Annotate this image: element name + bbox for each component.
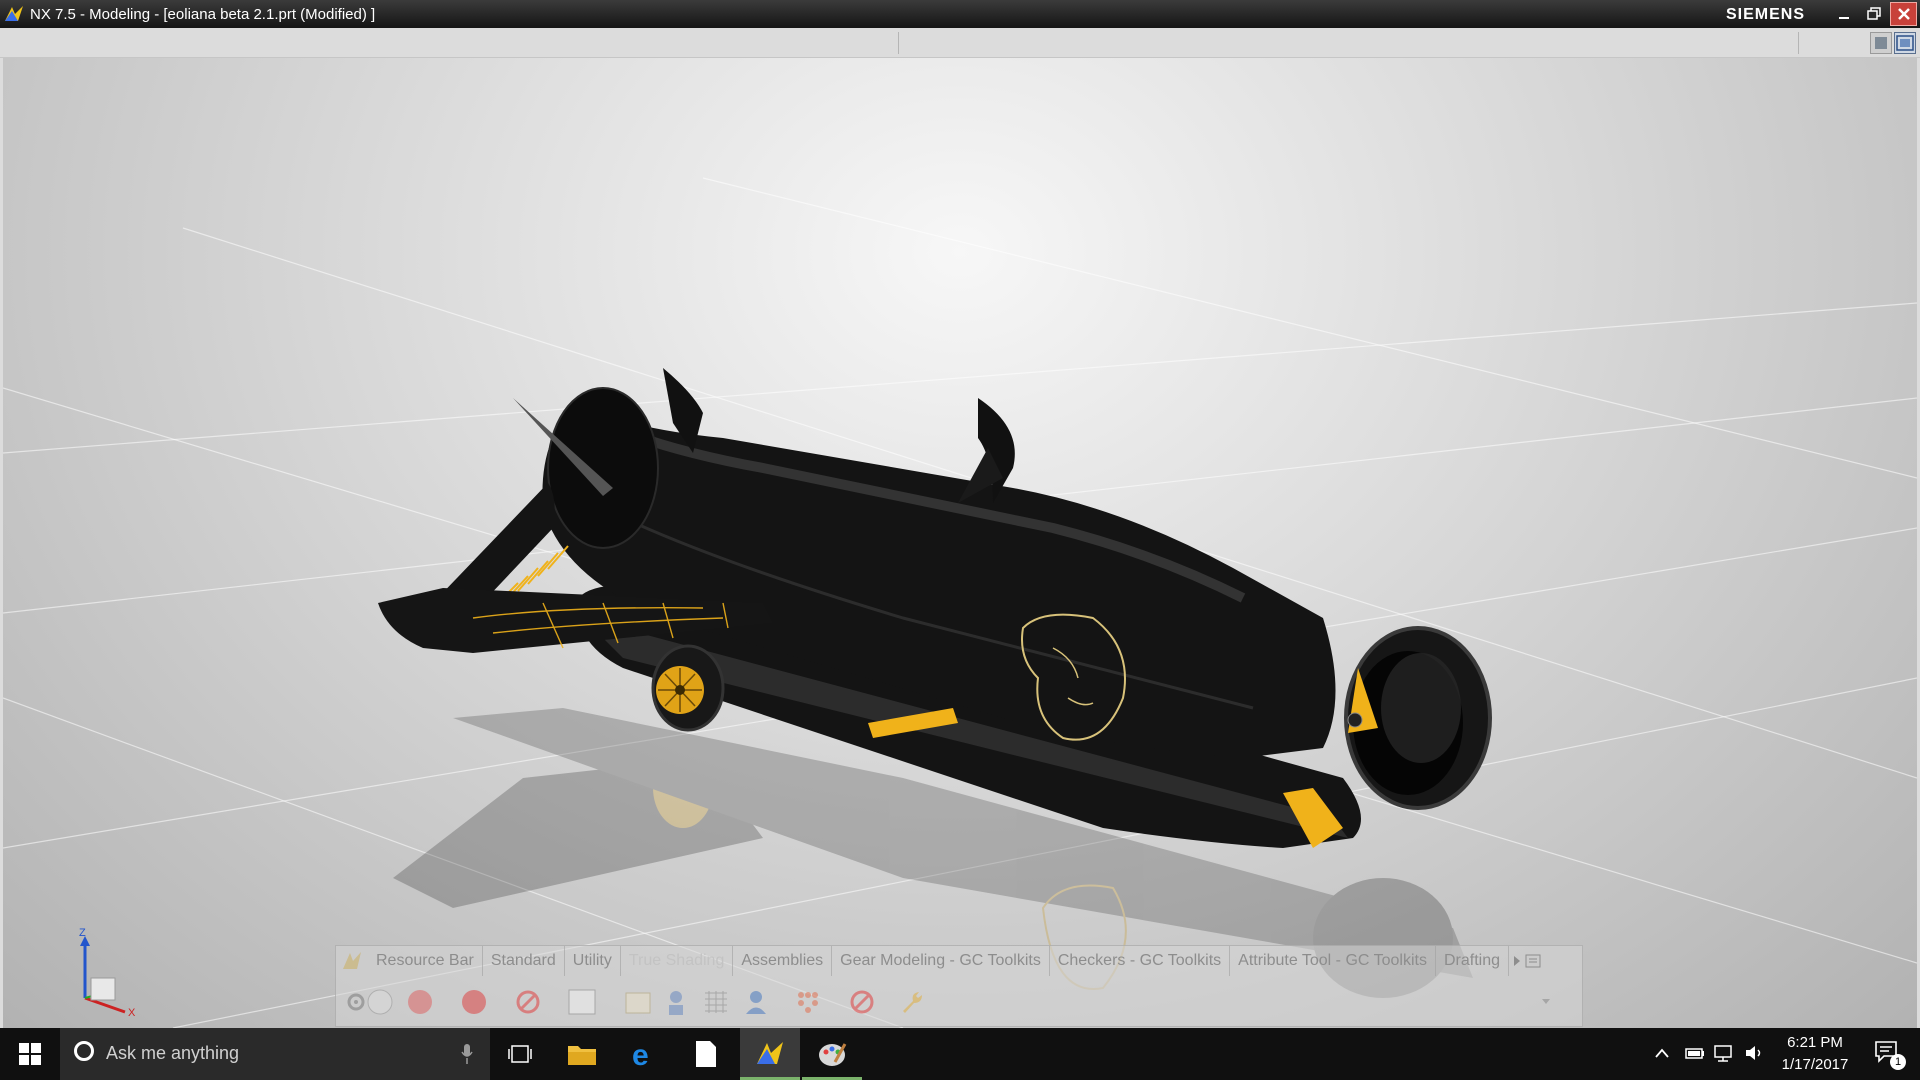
- restore-button[interactable]: [1860, 2, 1887, 26]
- sphere-material-icon: [367, 989, 393, 1015]
- chevron-up-icon[interactable]: [1654, 1043, 1670, 1063]
- material-button[interactable]: [364, 986, 396, 1018]
- full-screen-icon: [1896, 35, 1914, 51]
- clock[interactable]: 6:21 PM 1/17/2017: [1774, 1032, 1856, 1076]
- user-icon: [746, 991, 766, 1014]
- panel-icon: [568, 989, 596, 1015]
- command-bar: [0, 28, 1920, 58]
- remove-button[interactable]: [846, 986, 878, 1018]
- tab-gear-modeling[interactable]: Gear Modeling - GC Toolkits: [832, 946, 1050, 976]
- model-scene[interactable]: [3, 58, 1917, 1028]
- toolbar-divider: [1798, 32, 1799, 54]
- triad-z-label: Z: [79, 928, 86, 939]
- red-material-button[interactable]: [404, 986, 436, 1018]
- search-box[interactable]: Ask me anything: [60, 1028, 490, 1080]
- dots-button[interactable]: [792, 986, 824, 1018]
- search-placeholder: Ask me anything: [106, 1043, 240, 1063]
- full-screen-button[interactable]: [1894, 32, 1916, 54]
- windows-taskbar: Ask me anything e 6:21 PM 1/17/2017 1: [0, 1028, 1920, 1080]
- tab-utility[interactable]: Utility: [565, 946, 621, 976]
- title-bar: NX 7.5 - Modeling - [eoliana beta 2.1.pr…: [0, 0, 1920, 28]
- no-symbol-icon: [850, 990, 874, 1014]
- toolbar-tabs: Resource Bar Standard Utility True Shadi…: [336, 946, 1582, 976]
- action-center-button[interactable]: 1: [1870, 1036, 1910, 1072]
- palette-icon: [819, 1043, 847, 1066]
- remove-material-button[interactable]: [512, 986, 544, 1018]
- grid-view-icon: [1875, 37, 1887, 49]
- toolbar-tools: [336, 978, 1582, 1026]
- task-view-icon: [508, 1045, 532, 1063]
- chevron-down-icon: [1542, 999, 1550, 1004]
- document-button[interactable]: [676, 1028, 736, 1080]
- minimize-icon: [1838, 17, 1849, 19]
- nx-icon: [757, 1042, 783, 1064]
- toolbar-options-button[interactable]: [1525, 946, 1541, 976]
- close-button[interactable]: [1890, 2, 1917, 26]
- grid-icon: [705, 991, 727, 1013]
- tab-assemblies[interactable]: Assemblies: [733, 946, 833, 976]
- clock-time: 6:21 PM: [1787, 1034, 1843, 1051]
- file-explorer-button[interactable]: [552, 1028, 612, 1080]
- folder-icon: [568, 1046, 596, 1065]
- minimize-button[interactable]: [1830, 2, 1857, 26]
- no-symbol-icon: [516, 990, 540, 1014]
- tab-attribute-tool[interactable]: Attribute Tool - GC Toolkits: [1230, 946, 1436, 976]
- person-button[interactable]: [660, 986, 692, 1018]
- notification-badge: 1: [1890, 1054, 1906, 1070]
- tab-resource-bar[interactable]: Resource Bar: [368, 946, 483, 976]
- tab-drafting[interactable]: Drafting: [1436, 946, 1509, 976]
- clock-date: 1/17/2017: [1781, 1056, 1849, 1073]
- start-button[interactable]: [0, 1028, 60, 1080]
- microphone-icon[interactable]: [460, 1042, 474, 1066]
- graphics-viewport[interactable]: Z X: [0, 58, 1920, 1028]
- windows-icon: [19, 1043, 41, 1065]
- red-sphere-icon: [408, 990, 432, 1014]
- wrench-button[interactable]: [896, 986, 928, 1018]
- tab-standard[interactable]: Standard: [483, 946, 565, 976]
- nx-app-icon[interactable]: [4, 5, 24, 23]
- network-icon[interactable]: [1712, 1043, 1736, 1063]
- person-icon: [669, 991, 683, 1015]
- grid-button[interactable]: [700, 986, 732, 1018]
- window-title: NX 7.5 - Modeling - [eoliana beta 2.1.pr…: [30, 6, 376, 23]
- dark-sphere-icon: [462, 990, 486, 1014]
- tab-checkers[interactable]: Checkers - GC Toolkits: [1050, 946, 1231, 976]
- wrench-icon: [903, 992, 922, 1013]
- scene-icon: [625, 992, 651, 1014]
- battery-icon[interactable]: [1684, 1043, 1706, 1063]
- chevron-right-icon: [1514, 956, 1520, 966]
- cortana-icon: [74, 1041, 94, 1061]
- coordinate-triad: Z X: [79, 928, 136, 1018]
- paint-button[interactable]: [802, 1028, 862, 1080]
- dark-material-button[interactable]: [458, 986, 490, 1018]
- user-button[interactable]: [740, 986, 772, 1018]
- restore-icon: [1866, 7, 1881, 20]
- volume-icon[interactable]: [1744, 1043, 1766, 1063]
- siemens-brand: SIEMENS: [1726, 6, 1806, 23]
- scene-button[interactable]: [622, 986, 654, 1018]
- toolbar-dropdown-button[interactable]: [1536, 986, 1556, 1018]
- toolbar-grip-icon[interactable]: [340, 949, 364, 973]
- tab-scroll-right-button[interactable]: [1509, 946, 1525, 976]
- nx-taskbar-button[interactable]: [740, 1028, 800, 1080]
- dots-icon: [798, 992, 818, 1013]
- floating-toolbar[interactable]: Resource Bar Standard Utility True Shadi…: [335, 945, 1583, 1027]
- task-view-button[interactable]: [490, 1028, 550, 1080]
- svg-text:e: e: [632, 1040, 649, 1068]
- edge-icon: e: [632, 1040, 649, 1068]
- triad-x-label: X: [128, 1007, 136, 1018]
- tab-true-shading[interactable]: True Shading: [621, 946, 734, 976]
- edge-browser-button[interactable]: e: [614, 1028, 674, 1080]
- view-toggle-button[interactable]: [1870, 32, 1892, 54]
- close-icon: [1897, 8, 1910, 20]
- toolbar-divider: [898, 32, 899, 54]
- options-icon: [1525, 954, 1541, 968]
- document-icon: [696, 1041, 716, 1067]
- panel-button[interactable]: [566, 986, 598, 1018]
